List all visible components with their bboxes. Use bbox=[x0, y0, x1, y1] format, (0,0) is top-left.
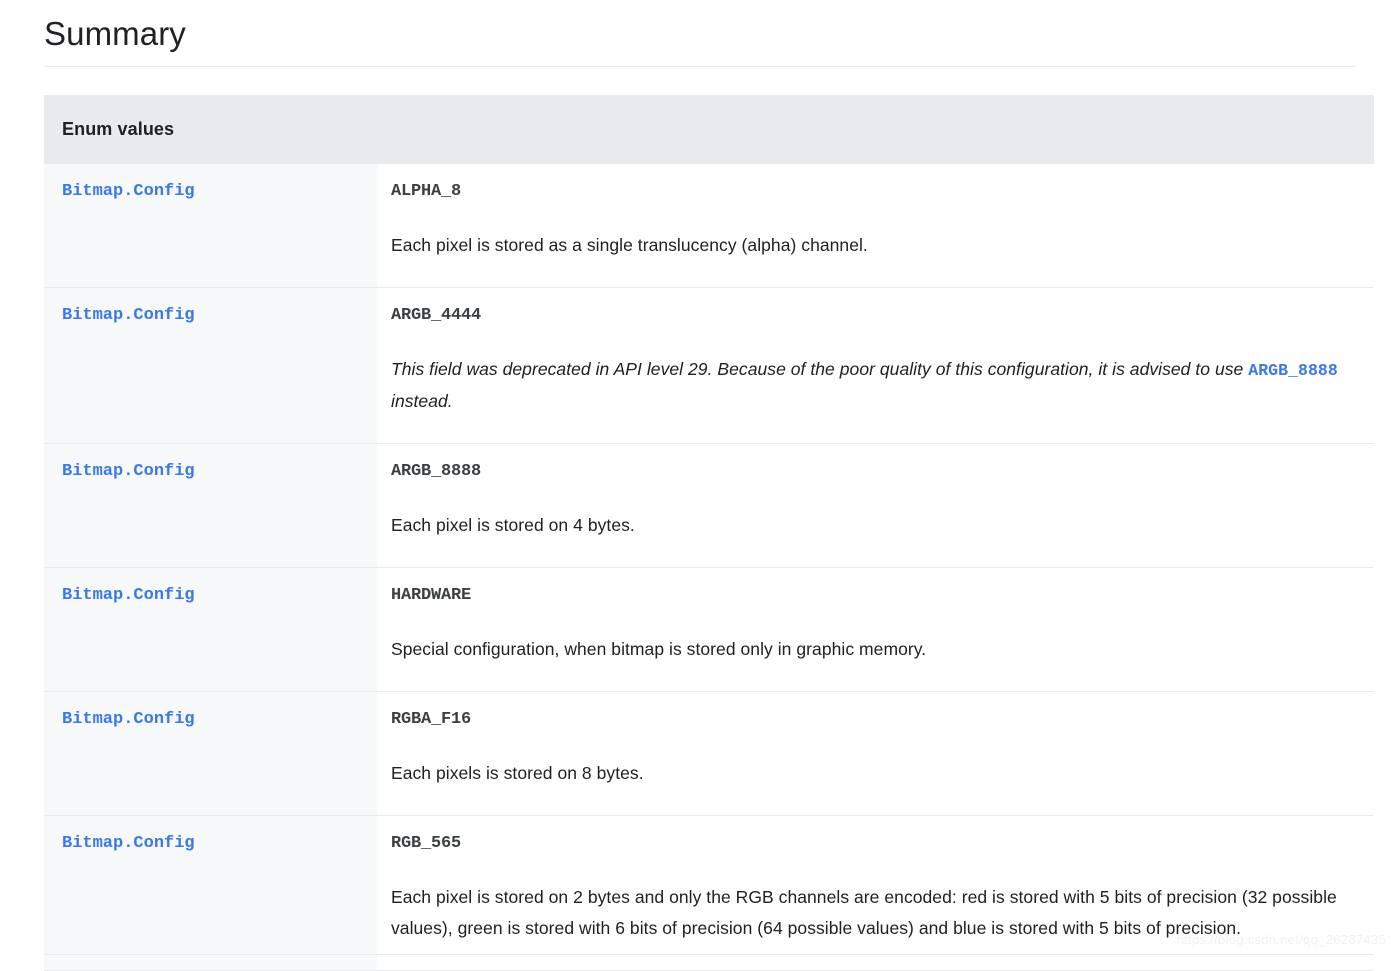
enum-type-link[interactable]: Bitmap.Config bbox=[62, 304, 195, 328]
enum-constant-name: ARGB_4444 bbox=[391, 306, 482, 325]
enum-description-text: Special configuration, when bitmap is st… bbox=[391, 639, 927, 659]
enum-constant-name: ALPHA_8 bbox=[391, 182, 462, 201]
table-body: Bitmap.Config ALPHA_8 Each pixel is stor… bbox=[44, 164, 1374, 971]
table-row: Bitmap.Config ARGB_8888 Each pixel is st… bbox=[44, 443, 1374, 568]
enum-values-table: Enum values Bitmap.Config ALPHA_8 Each p… bbox=[44, 95, 1374, 971]
enum-type-link[interactable]: Bitmap.Config bbox=[62, 460, 195, 484]
table-row: Bitmap.Config ALPHA_8 Each pixel is stor… bbox=[44, 164, 1374, 288]
enum-description-cell: ARGB_8888 Each pixel is stored on 4 byte… bbox=[377, 443, 1374, 568]
enum-description-text: Each pixel is stored on 4 bytes. bbox=[391, 515, 635, 535]
argb-8888-link[interactable]: ARGB_8888 bbox=[1248, 361, 1338, 380]
enum-description-cell: HARDWARE Special configuration, when bit… bbox=[377, 567, 1374, 692]
table-head: Enum values bbox=[44, 95, 1374, 164]
enum-type-link[interactable]: Bitmap.Config bbox=[62, 832, 195, 856]
enum-type-cell: Bitmap.Config bbox=[44, 815, 377, 971]
deprecation-text-start: This field was deprecated in API level 2… bbox=[391, 359, 1249, 379]
table-row: Bitmap.Config HARDWARE Special configura… bbox=[44, 567, 1374, 692]
title-divider bbox=[44, 66, 1356, 67]
enum-constant-name: ARGB_8888 bbox=[391, 462, 482, 481]
enum-type-cell: Bitmap.Config bbox=[44, 164, 377, 288]
table-row: Bitmap.Config ARGB_4444 This field was d… bbox=[44, 287, 1374, 444]
summary-page: Summary Enum values Bitmap.Config ALPHA_… bbox=[0, 0, 1400, 971]
table-header-label: Enum values bbox=[44, 95, 1374, 164]
enum-description-text: Each pixel is stored as a single translu… bbox=[391, 235, 868, 255]
table-row: Bitmap.Config RGBA_F16 Each pixels is st… bbox=[44, 691, 1374, 816]
enum-description-cell: RGBA_F16 Each pixels is stored on 8 byte… bbox=[377, 691, 1374, 816]
enum-description-cell: ALPHA_8 Each pixel is stored as a single… bbox=[377, 164, 1374, 288]
table-header-row: Enum values bbox=[44, 95, 1374, 164]
enum-type-cell: Bitmap.Config bbox=[44, 287, 377, 444]
enum-description-text: Each pixels is stored on 8 bytes. bbox=[391, 763, 644, 783]
watermark-text: https://blog.csdn.net/qq_26287435 bbox=[1176, 932, 1386, 947]
enum-constant-name: RGBA_F16 bbox=[391, 710, 472, 729]
footer-divider bbox=[44, 954, 1374, 955]
enum-description-cell: ARGB_4444 This field was deprecated in A… bbox=[377, 287, 1374, 444]
enum-type-link[interactable]: Bitmap.Config bbox=[62, 584, 195, 608]
enum-type-cell: Bitmap.Config bbox=[44, 443, 377, 568]
enum-type-cell: Bitmap.Config bbox=[44, 567, 377, 692]
enum-type-link[interactable]: Bitmap.Config bbox=[62, 180, 195, 204]
enum-type-cell: Bitmap.Config bbox=[44, 691, 377, 816]
enum-type-link[interactable]: Bitmap.Config bbox=[62, 708, 195, 732]
page-title: Summary bbox=[44, 15, 186, 52]
deprecation-text-end: instead. bbox=[391, 391, 453, 411]
enum-constant-name: RGB_565 bbox=[391, 834, 462, 853]
enum-description-cell: RGB_565 Each pixel is stored on 2 bytes … bbox=[377, 815, 1374, 971]
table-row: Bitmap.Config RGB_565 Each pixel is stor… bbox=[44, 815, 1374, 971]
enum-constant-name: HARDWARE bbox=[391, 586, 472, 605]
enum-deprecation-note: This field was deprecated in API level 2… bbox=[391, 354, 1350, 417]
